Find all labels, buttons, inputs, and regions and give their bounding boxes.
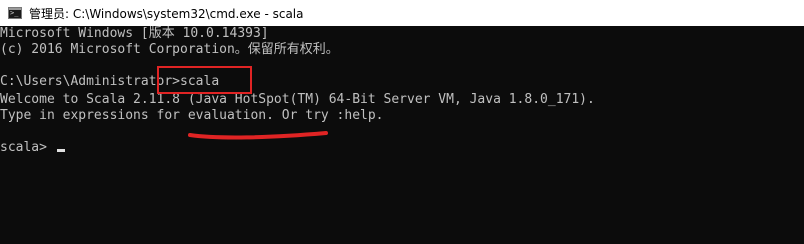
annotation-underline xyxy=(188,131,328,140)
cmd-console-icon[interactable] xyxy=(8,7,22,19)
window-titlebar[interactable]: 管理员: C:\Windows\system32\cmd.exe - scala xyxy=(0,0,804,26)
text-cursor xyxy=(56,149,65,152)
console-output[interactable]: Microsoft Windows [版本 10.0.14393] (c) 20… xyxy=(0,26,804,244)
console-line-version: Microsoft Windows [版本 10.0.14393] xyxy=(0,26,269,41)
console-line-copyright: (c) 2016 Microsoft Corporation。保留所有权利。 xyxy=(0,42,339,57)
console-line-help-hint: Type in expressions for evaluation. Or t… xyxy=(0,108,384,123)
console-prompt-line[interactable]: scala> xyxy=(0,140,65,156)
console-line-welcome: Welcome to Scala 2.11.8 (Java HotSpot(TM… xyxy=(0,92,595,107)
annotation-highlight-box xyxy=(157,66,252,94)
scala-prompt: scala> xyxy=(0,140,55,155)
window-title: 管理员: C:\Windows\system32\cmd.exe - scala xyxy=(29,6,304,21)
